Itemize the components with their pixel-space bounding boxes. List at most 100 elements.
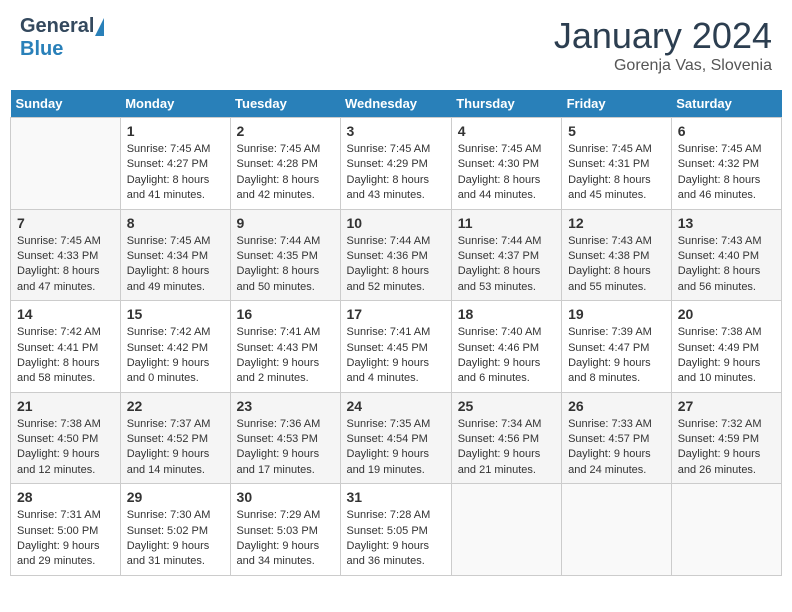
header-sunday: Sunday [11, 90, 121, 118]
calendar-cell: 15Sunrise: 7:42 AM Sunset: 4:42 PM Dayli… [120, 301, 230, 393]
calendar-cell: 23 Sunrise: 7:36 AM Sunset: 4:53 PM Dayli… [230, 392, 340, 484]
day-number: 20 [678, 306, 775, 322]
logo-general-text: General [20, 15, 94, 38]
calendar-cell: 19 Sunrise: 7:39 AM Sunset: 4:47 PM Dayli… [562, 301, 672, 393]
calendar-cell: 18 Sunrise: 7:40 AM Sunset: 4:46 PM Dayli… [451, 301, 561, 393]
day-number: 8 [127, 215, 224, 231]
day-number: 29 [127, 489, 224, 505]
day-info: Sunrise: 7:28 AM Sunset: 5:05 PM Dayligh… [347, 508, 445, 570]
day-info: Sunrise: 7:45 AM Sunset: 4:27 PM Dayligh… [127, 142, 224, 204]
calendar-cell: 14Sunrise: 7:42 AM Sunset: 4:41 PM Dayli… [11, 301, 121, 393]
calendar-cell: 28Sunrise: 7:31 AM Sunset: 5:00 PM Dayli… [11, 484, 121, 576]
day-info: Sunrise: 7:43 AM Sunset: 4:38 PM Dayligh… [568, 234, 665, 296]
day-number: 13 [678, 215, 775, 231]
day-info: Sunrise: 7:36 AM Sunset: 4:53 PM Dayligh… [237, 417, 334, 479]
calendar-cell: 1Sunrise: 7:45 AM Sunset: 4:27 PM Daylig… [120, 118, 230, 210]
day-info: Sunrise: 7:35 AM Sunset: 4:54 PM Dayligh… [347, 417, 445, 479]
logo-blue-text: Blue [20, 38, 63, 60]
day-info: Sunrise: 7:45 AM Sunset: 4:34 PM Dayligh… [127, 234, 224, 296]
day-info: Sunrise: 7:44 AM Sunset: 4:35 PM Dayligh… [237, 234, 334, 296]
day-number: 2 [237, 123, 334, 139]
calendar-cell: 12 Sunrise: 7:43 AM Sunset: 4:38 PM Dayli… [562, 209, 672, 301]
day-number: 27 [678, 398, 775, 414]
location: Gorenja Vas, Slovenia [554, 57, 772, 75]
day-info: Sunrise: 7:34 AM Sunset: 4:56 PM Dayligh… [458, 417, 555, 479]
day-info: Sunrise: 7:45 AM Sunset: 4:30 PM Dayligh… [458, 142, 555, 204]
day-info: Sunrise: 7:38 AM Sunset: 4:50 PM Dayligh… [17, 417, 114, 479]
calendar-cell: 2 Sunrise: 7:45 AM Sunset: 4:28 PM Daylig… [230, 118, 340, 210]
day-number: 25 [458, 398, 555, 414]
calendar-cell: 25 Sunrise: 7:34 AM Sunset: 4:56 PM Dayli… [451, 392, 561, 484]
calendar-cell: 22 Sunrise: 7:37 AM Sunset: 4:52 PM Dayli… [120, 392, 230, 484]
calendar-cell: 10Sunrise: 7:44 AM Sunset: 4:36 PM Dayli… [340, 209, 451, 301]
day-number: 30 [237, 489, 334, 505]
day-info: Sunrise: 7:42 AM Sunset: 4:41 PM Dayligh… [17, 325, 114, 387]
day-info: Sunrise: 7:33 AM Sunset: 4:57 PM Dayligh… [568, 417, 665, 479]
day-info: Sunrise: 7:45 AM Sunset: 4:29 PM Dayligh… [347, 142, 445, 204]
day-info: Sunrise: 7:29 AM Sunset: 5:03 PM Dayligh… [237, 508, 334, 570]
calendar-cell [562, 484, 672, 576]
calendar-cell: 4Sunrise: 7:45 AM Sunset: 4:30 PM Daylig… [451, 118, 561, 210]
calendar-cell: 16 Sunrise: 7:41 AM Sunset: 4:43 PM Dayli… [230, 301, 340, 393]
day-number: 6 [678, 123, 775, 139]
calendar-cell: 27 Sunrise: 7:32 AM Sunset: 4:59 PM Dayli… [671, 392, 781, 484]
day-number: 5 [568, 123, 665, 139]
header-wednesday: Wednesday [340, 90, 451, 118]
day-info: Sunrise: 7:40 AM Sunset: 4:46 PM Dayligh… [458, 325, 555, 387]
month-title: January 2024 [554, 15, 772, 57]
day-info: Sunrise: 7:45 AM Sunset: 4:31 PM Dayligh… [568, 142, 665, 204]
page-container: General Blue January 2024 Gorenja Vas, S… [10, 10, 782, 576]
day-number: 16 [237, 306, 334, 322]
day-number: 12 [568, 215, 665, 231]
calendar-cell: 20 Sunrise: 7:38 AM Sunset: 4:49 PM Dayli… [671, 301, 781, 393]
calendar-cell: 13 Sunrise: 7:43 AM Sunset: 4:40 PM Dayli… [671, 209, 781, 301]
calendar-cell: 26Sunrise: 7:33 AM Sunset: 4:57 PM Dayli… [562, 392, 672, 484]
day-number: 31 [347, 489, 445, 505]
day-number: 22 [127, 398, 224, 414]
logo-triangle-icon [95, 18, 104, 36]
header-monday: Monday [120, 90, 230, 118]
calendar-cell: 29 Sunrise: 7:30 AM Sunset: 5:02 PM Dayli… [120, 484, 230, 576]
day-info: Sunrise: 7:44 AM Sunset: 4:36 PM Dayligh… [347, 234, 445, 296]
calendar-cell [451, 484, 561, 576]
day-info: Sunrise: 7:45 AM Sunset: 4:28 PM Dayligh… [237, 142, 334, 204]
calendar-cell: 7 Sunrise: 7:45 AM Sunset: 4:33 PM Daylig… [11, 209, 121, 301]
day-info: Sunrise: 7:43 AM Sunset: 4:40 PM Dayligh… [678, 234, 775, 296]
calendar-cell: 24 Sunrise: 7:35 AM Sunset: 4:54 PM Dayli… [340, 392, 451, 484]
day-number: 24 [347, 398, 445, 414]
calendar-cell: 17Sunrise: 7:41 AM Sunset: 4:45 PM Dayli… [340, 301, 451, 393]
day-number: 23 [237, 398, 334, 414]
header-friday: Friday [562, 90, 672, 118]
header-thursday: Thursday [451, 90, 561, 118]
day-number: 19 [568, 306, 665, 322]
calendar-cell: 5 Sunrise: 7:45 AM Sunset: 4:31 PM Daylig… [562, 118, 672, 210]
header: General Blue January 2024 Gorenja Vas, S… [10, 10, 782, 80]
day-info: Sunrise: 7:39 AM Sunset: 4:47 PM Dayligh… [568, 325, 665, 387]
day-number: 28 [17, 489, 114, 505]
day-number: 15 [127, 306, 224, 322]
day-info: Sunrise: 7:38 AM Sunset: 4:49 PM Dayligh… [678, 325, 775, 387]
calendar-cell: 6 Sunrise: 7:45 AM Sunset: 4:32 PM Daylig… [671, 118, 781, 210]
day-number: 7 [17, 215, 114, 231]
day-number: 18 [458, 306, 555, 322]
day-info: Sunrise: 7:44 AM Sunset: 4:37 PM Dayligh… [458, 234, 555, 296]
calendar-table: Sunday Monday Tuesday Wednesday Thursday… [10, 90, 782, 576]
day-info: Sunrise: 7:45 AM Sunset: 4:32 PM Dayligh… [678, 142, 775, 204]
day-number: 17 [347, 306, 445, 322]
day-info: Sunrise: 7:32 AM Sunset: 4:59 PM Dayligh… [678, 417, 775, 479]
logo: General Blue [20, 15, 104, 61]
calendar-cell: 11 Sunrise: 7:44 AM Sunset: 4:37 PM Dayli… [451, 209, 561, 301]
calendar-week-2: 7 Sunrise: 7:45 AM Sunset: 4:33 PM Daylig… [11, 209, 782, 301]
day-number: 11 [458, 215, 555, 231]
calendar-week-1: 1Sunrise: 7:45 AM Sunset: 4:27 PM Daylig… [11, 118, 782, 210]
day-info: Sunrise: 7:37 AM Sunset: 4:52 PM Dayligh… [127, 417, 224, 479]
day-info: Sunrise: 7:45 AM Sunset: 4:33 PM Dayligh… [17, 234, 114, 296]
day-number: 3 [347, 123, 445, 139]
calendar-week-4: 21 Sunrise: 7:38 AM Sunset: 4:50 PM Dayli… [11, 392, 782, 484]
day-info: Sunrise: 7:30 AM Sunset: 5:02 PM Dayligh… [127, 508, 224, 570]
day-info: Sunrise: 7:41 AM Sunset: 4:43 PM Dayligh… [237, 325, 334, 387]
header-saturday: Saturday [671, 90, 781, 118]
day-number: 21 [17, 398, 114, 414]
calendar-cell: 8 Sunrise: 7:45 AM Sunset: 4:34 PM Daylig… [120, 209, 230, 301]
day-number: 9 [237, 215, 334, 231]
